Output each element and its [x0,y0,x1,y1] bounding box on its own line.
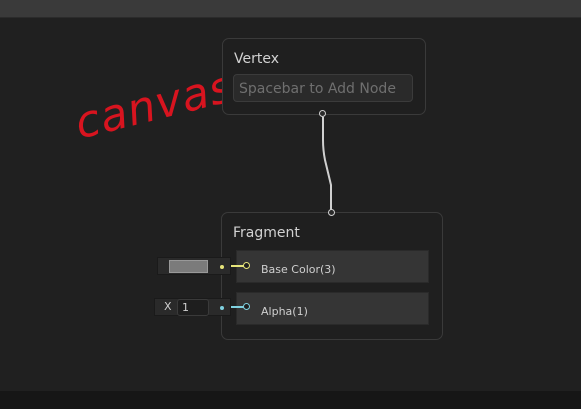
vertex-node-title: Vertex [234,51,280,67]
fragment-input-port[interactable] [328,209,335,216]
base-color-input-dot [220,265,224,269]
alpha-port[interactable] [243,303,250,310]
alpha-axis-label: X [164,300,172,313]
top-toolbar [0,0,581,18]
base-color-port[interactable] [243,262,250,269]
base-color-label: Base Color(3) [261,263,336,276]
alpha-slot[interactable]: Alpha(1) [236,292,429,325]
fragment-node[interactable]: Fragment Base Color(3) Alpha(1) [221,212,443,340]
fragment-node-title: Fragment [233,225,300,241]
alpha-input[interactable]: X 1 [154,298,231,316]
alpha-label: Alpha(1) [261,305,308,318]
vertex-node[interactable]: Vertex Spacebar to Add Node [222,38,426,115]
alpha-value-field[interactable]: 1 [177,299,209,316]
base-color-slot[interactable]: Base Color(3) [236,250,429,283]
vertex-output-port[interactable] [319,110,326,117]
alpha-input-dot [220,306,224,310]
base-color-input[interactable] [157,257,231,275]
add-node-search-input[interactable]: Spacebar to Add Node [233,74,413,102]
bottom-bar [0,391,581,409]
base-color-swatch[interactable] [169,260,208,273]
